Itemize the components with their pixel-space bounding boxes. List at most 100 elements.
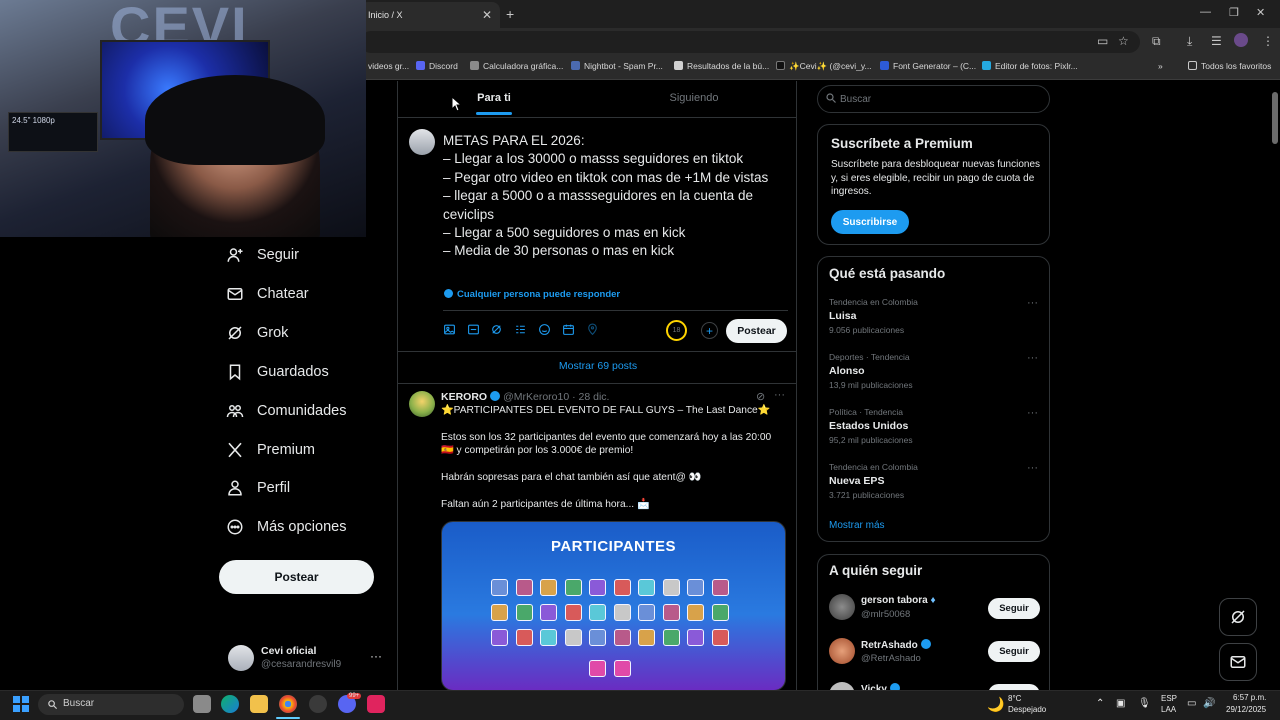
account-switcher[interactable]: Cevi oficial @cesarandresvil9 ··· (228, 645, 388, 675)
keyboard-layout[interactable]: LAA (1161, 705, 1176, 714)
tab-close-icon[interactable]: ✕ (482, 8, 492, 22)
bookmark-item[interactable]: Discord (416, 61, 458, 71)
grok-icon[interactable] (490, 323, 503, 336)
follow-button[interactable]: Seguir (988, 598, 1040, 619)
tab-siguiendo[interactable]: Siguiendo (590, 81, 796, 117)
post-timestamp[interactable]: · 28 dic. (572, 391, 609, 403)
volume-icon[interactable]: 🔊 (1203, 698, 1215, 709)
location-icon[interactable] (586, 323, 599, 336)
microphone-icon[interactable]: 🎙 (1138, 698, 1151, 709)
reply-setting[interactable]: Cualquier persona puede responder (444, 289, 620, 300)
file-explorer-icon[interactable] (250, 695, 268, 713)
bookmark-item[interactable]: Calculadora gráfica... (470, 61, 563, 71)
profile-avatar-icon[interactable] (1234, 33, 1248, 47)
grok-icon (1231, 610, 1245, 624)
bookmark-item[interactable]: Resultados de la bú... (674, 61, 769, 71)
bookmark-item[interactable]: ✨Cevi✨ (@cevi_y... (776, 61, 872, 72)
grok-icon[interactable]: ⊘ (756, 390, 765, 403)
obs-icon[interactable] (309, 695, 327, 713)
bookmark-folder-all[interactable]: Todos los favoritos (1188, 61, 1271, 71)
participant-tile (540, 579, 557, 596)
avatar[interactable] (829, 638, 855, 664)
composer-post-button[interactable]: Postear (726, 319, 787, 343)
gif-icon[interactable] (467, 323, 480, 336)
more-horizontal-icon[interactable]: ··· (370, 649, 382, 663)
sidebar-item-chatear[interactable]: Chatear (226, 279, 309, 309)
more-horizontal-icon[interactable]: ··· (1027, 297, 1038, 309)
bookmark-item[interactable]: Font Generator – (C... (880, 61, 976, 71)
taskbar-search[interactable]: Buscar (38, 694, 184, 715)
schedule-icon[interactable] (562, 323, 575, 336)
download-icon[interactable]: ⤓ (1187, 34, 1192, 49)
bookmark-item[interactable]: Nightbot - Spam Pr... (571, 61, 663, 71)
emoji-icon[interactable] (538, 323, 551, 336)
new-tab-icon[interactable]: + (506, 6, 514, 22)
trend-name[interactable]: Alonso (829, 365, 865, 377)
extensions-icon[interactable]: ⧉ (1152, 34, 1161, 49)
avatar[interactable] (409, 391, 435, 417)
avatar[interactable] (829, 594, 855, 620)
browser-tab[interactable]: Inicio / X ✕ (360, 2, 500, 28)
scrollbar[interactable] (1270, 81, 1280, 690)
more-horizontal-icon[interactable]: ··· (1027, 462, 1038, 474)
address-bar[interactable] (360, 31, 1140, 53)
language-indicator[interactable]: ESP (1161, 694, 1177, 703)
poll-icon[interactable] (514, 323, 527, 336)
sidebar-item-grok[interactable]: Grok (226, 318, 288, 348)
follow-suggestion-name[interactable]: RetrAshado (861, 639, 934, 651)
windows-start-icon[interactable] (13, 696, 29, 712)
show-more-link[interactable]: Mostrar más (829, 520, 885, 531)
scrollbar-thumb[interactable] (1272, 92, 1278, 144)
tray-app-icon[interactable]: ▣ (1116, 698, 1125, 709)
messages-floating-button[interactable] (1219, 643, 1257, 681)
more-horizontal-icon[interactable]: ··· (1027, 352, 1038, 364)
reading-list-icon[interactable]: ☰ (1211, 34, 1222, 48)
follow-button[interactable]: Seguir (988, 641, 1040, 662)
more-horizontal-icon[interactable]: ··· (774, 389, 785, 401)
sidebar-item-comunidades[interactable]: Comunidades (226, 396, 346, 426)
bookmarks-overflow-icon[interactable]: » (1158, 61, 1163, 71)
weather-desc[interactable]: Despejado (1008, 705, 1046, 714)
post-author-name[interactable]: KERORO (441, 391, 487, 403)
post-media-image[interactable]: PARTICIPANTES (441, 521, 786, 690)
search-input[interactable]: Buscar (817, 85, 1050, 113)
star-icon[interactable]: ☆ (1118, 34, 1129, 48)
sidebar-item-seguir[interactable]: Seguir (226, 240, 299, 270)
add-thread-icon[interactable]: + (701, 322, 718, 339)
grok-floating-button[interactable] (1219, 598, 1257, 636)
close-window-icon[interactable]: ✕ (1256, 6, 1265, 19)
edge-icon[interactable] (221, 695, 239, 713)
show-new-posts-button[interactable]: Mostrar 69 posts (398, 352, 796, 384)
sidebar-item-label: Comunidades (257, 403, 347, 419)
task-view-icon[interactable] (193, 695, 211, 713)
sidebar-item-mas-opciones[interactable]: Más opciones (226, 512, 346, 542)
sidebar-item-premium[interactable]: Premium (226, 435, 315, 465)
trend-name[interactable]: Estados Unidos (829, 420, 908, 432)
avatar[interactable] (409, 129, 435, 155)
follow-suggestion-name[interactable]: gerson tabora ♦ (861, 595, 936, 606)
trend-name[interactable]: Luisa (829, 310, 856, 322)
subscribe-button[interactable]: Suscribirse (831, 210, 909, 234)
tiktok-icon[interactable] (367, 695, 385, 713)
minimize-icon[interactable]: — (1200, 6, 1211, 18)
clock-date[interactable]: 29/12/2025 (1226, 705, 1266, 714)
trend-name[interactable]: Nueva EPS (829, 475, 884, 487)
chrome-icon[interactable] (279, 695, 297, 713)
restore-icon[interactable]: ❐ (1229, 6, 1239, 19)
sidebar-item-perfil[interactable]: Perfil (226, 473, 290, 503)
clock-time[interactable]: 6:57 p.m. (1233, 693, 1266, 702)
chevron-up-icon[interactable]: ⌃ (1096, 698, 1104, 709)
sidebar-item-guardados[interactable]: Guardados (226, 357, 329, 387)
bookmark-item[interactable]: Editor de fotos: Pixlr... (982, 61, 1078, 71)
install-app-icon[interactable]: ▭ (1097, 34, 1108, 48)
person-plus-icon (227, 248, 243, 262)
post-author-handle[interactable]: @MrKeroro10 (503, 391, 569, 403)
more-horizontal-icon[interactable]: ··· (1027, 407, 1038, 419)
image-icon[interactable] (443, 323, 456, 336)
weather-temp[interactable]: 8°C (1008, 694, 1021, 703)
sidebar-post-button[interactable]: Postear (219, 560, 374, 594)
network-icon[interactable]: ▭ (1187, 698, 1196, 709)
menu-icon[interactable]: ⋮ (1262, 34, 1274, 48)
bookmark-item[interactable]: videos gr... (368, 61, 409, 71)
composer-textarea[interactable]: METAS PARA EL 2026: – Llegar a los 30000… (443, 132, 788, 261)
